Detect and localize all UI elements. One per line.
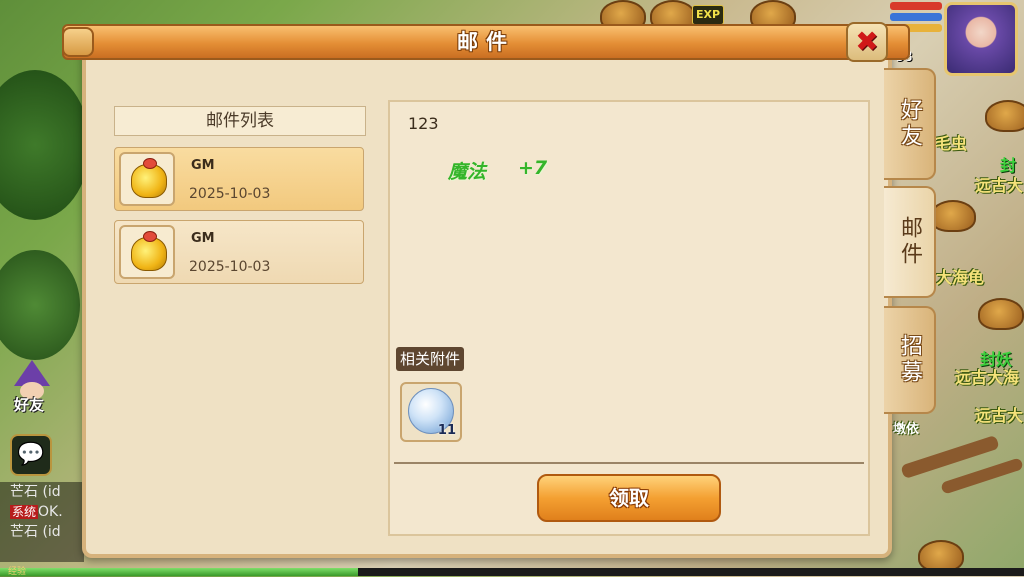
chat-text: (id <box>42 484 61 500</box>
detail-divider <box>394 462 864 464</box>
palm-tree <box>0 250 80 360</box>
system-tag: 系统 <box>10 505 39 519</box>
npc-name-label: 大海龟 <box>936 268 985 287</box>
chat-bubble-icon: 💬 <box>17 442 45 467</box>
mail-date: 2025-10-03 <box>189 259 271 275</box>
mail-sender: GM <box>191 231 215 246</box>
mail-list-item[interactable]: GM 2025-10-03 <box>114 147 364 211</box>
friends-shortcut-label: 好友 <box>14 396 45 414</box>
chat-log[interactable]: 芒石 (id 系统 OK. 芒石 (id <box>0 482 84 562</box>
player-avatar[interactable] <box>944 2 1018 76</box>
chat-sender: 芒石 <box>10 484 38 500</box>
gift-bag-icon <box>119 225 175 279</box>
mail-list-header: 邮件列表 <box>114 106 366 136</box>
tab-friends[interactable]: 好友 <box>884 68 936 180</box>
npc-name-label: 墩依 <box>893 422 920 437</box>
turtle-sprite <box>978 298 1024 330</box>
mail-body: 123 <box>408 114 439 133</box>
mail-panel-titlebar: 邮件 <box>62 24 910 60</box>
experience-label: 经验 <box>8 567 27 577</box>
bag-knot-shape <box>143 231 157 242</box>
experience-bar-fill <box>0 568 359 576</box>
tab-recruit[interactable]: 招募 <box>884 306 936 414</box>
npc-name-label: 远古大 <box>975 176 1024 195</box>
chat-line: 芒石 (id <box>10 482 84 502</box>
close-button[interactable]: ✖ <box>846 22 888 62</box>
attachment-slot[interactable]: 11 <box>400 382 462 442</box>
mail-list-item[interactable]: GM 2025-10-03 <box>114 220 364 284</box>
turtle-sprite <box>930 200 976 232</box>
npc-name-label: 毛虫 <box>935 134 968 153</box>
hp-bar <box>890 2 942 10</box>
chat-line: 系统 OK. <box>10 502 84 522</box>
experience-bar: 经验 <box>0 567 1024 577</box>
exp-badge: EXP <box>692 5 724 25</box>
panel-title: 邮件 <box>457 30 515 54</box>
reward-name: 魔法 <box>448 161 487 183</box>
gold-bag-shape <box>131 237 167 271</box>
chat-text: OK. <box>38 504 63 520</box>
chat-text: (id <box>42 524 61 540</box>
bag-knot-shape <box>143 158 157 169</box>
chat-line: 芒石 (id <box>10 522 84 542</box>
reward-value: +7 <box>518 157 548 179</box>
gift-bag-icon <box>119 152 175 206</box>
attachments-label: 相关附件 <box>396 347 465 371</box>
chat-button[interactable]: 💬 <box>10 434 52 476</box>
attachment-quantity: 11 <box>437 423 456 438</box>
claim-button[interactable]: 领取 <box>537 474 721 522</box>
chat-sender: 芒石 <box>10 524 38 540</box>
mail-sender: GM <box>191 158 215 173</box>
mp-bar <box>890 13 942 21</box>
mail-date: 2025-10-03 <box>189 186 271 202</box>
gold-bag-shape <box>131 164 167 198</box>
close-icon: ✖ <box>855 25 879 58</box>
tab-mail[interactable]: 邮件 <box>884 186 936 298</box>
npc-name-label: 远古大海 <box>955 368 1020 387</box>
friends-shortcut-button[interactable]: 好友 <box>6 360 58 416</box>
turtle-sprite <box>985 100 1024 132</box>
npc-name-label: 远古大 <box>975 406 1024 425</box>
palm-tree <box>0 70 90 220</box>
